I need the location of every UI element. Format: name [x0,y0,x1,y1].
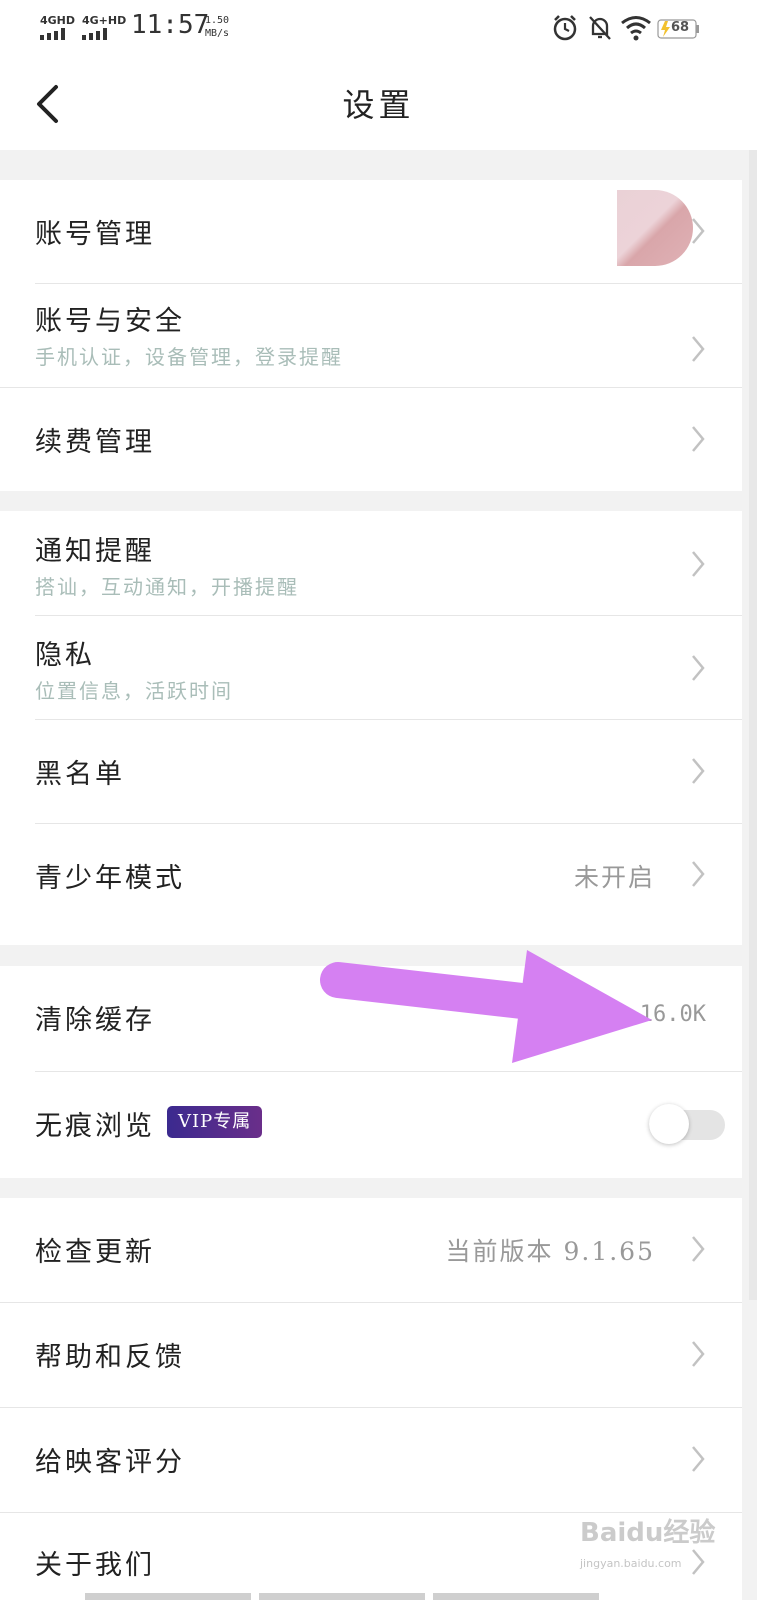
chevron-right-icon [692,861,705,887]
row-renewal-management[interactable]: 续费管理 [0,388,742,491]
row-label: 无痕浏览 [35,1111,155,1142]
chevron-right-icon [692,426,705,452]
wifi-icon [621,16,651,41]
bottom-edge-bar [85,1593,251,1600]
row-label: 检查更新 [35,1237,155,1268]
chevron-right-icon [692,1549,705,1575]
battery-level: 68 [671,20,690,35]
row-account-security[interactable]: 账号与安全 手机认证，设备管理，登录提醒 [0,284,742,387]
row-label: 青少年模式 [35,863,185,894]
chevron-right-icon [692,655,705,681]
row-label: 帮助和反馈 [35,1342,185,1373]
row-notifications[interactable]: 通知提醒 搭讪，互动通知，开播提醒 [0,511,742,615]
scrollbar[interactable] [749,150,757,1300]
row-label: 隐私 [35,640,95,671]
chevron-right-icon [692,1341,705,1367]
chevron-right-icon [692,551,705,577]
mute-icon [589,16,611,40]
network-speed: 1.50 MB/s [205,14,229,40]
speed-value: 1.50 [205,15,230,26]
row-label: 账号管理 [35,219,155,250]
speed-unit: MB/s [205,28,230,39]
chevron-right-icon [692,1446,705,1472]
baidu-watermark-logo: Baidu经验 [580,1518,716,1548]
row-teen-mode[interactable]: 青少年模式 未开启 [0,824,742,945]
network-1-label: 4GHD [40,14,76,27]
chevron-right-icon [692,758,705,784]
settings-group-privacy: 通知提醒 搭讪，互动通知，开播提醒 隐私 位置信息，活跃时间 黑名单 青少年模式… [0,511,742,945]
signal-bars-icon [40,28,74,40]
row-rate-app[interactable]: 给映客评分 [0,1408,742,1512]
settings-group-storage: 清除缓存 16.0K 无痕浏览 VIP专属 [0,966,742,1178]
row-label: 关于我们 [35,1550,155,1581]
row-account-management[interactable]: 账号管理 [0,180,742,283]
page-title: 设置 [342,86,415,124]
settings-group-account: 账号管理 账号与安全 手机认证，设备管理，登录提醒 续费管理 [0,180,742,491]
incognito-toggle[interactable] [649,1104,725,1144]
status-time: 11:57 [131,10,210,40]
baidu-watermark-url: jingyan.baidu.com [580,1557,682,1570]
row-subtitle: 搭讪，互动通知，开播提醒 [35,575,299,599]
row-incognito-browsing[interactable]: 无痕浏览 VIP专属 [0,1072,742,1178]
status-bar: 4GHD 4G+HD 11:57 1.50 MB/s 68 [0,0,757,56]
chevron-right-icon [692,336,705,362]
row-label: 清除缓存 [35,1005,155,1036]
row-blacklist[interactable]: 黑名单 [0,720,742,823]
row-label: 黑名单 [35,759,125,790]
alarm-icon [553,15,577,41]
row-subtitle: 位置信息，活跃时间 [35,679,233,703]
avatar [617,190,693,266]
battery-charging-icon: 68 [657,19,701,39]
chevron-right-icon [692,1236,705,1262]
row-label: 账号与安全 [35,306,185,337]
bottom-edge-bar [433,1593,599,1600]
bottom-edge-bar [259,1593,425,1600]
row-check-update[interactable]: 检查更新 当前版本 9.1.65 [0,1198,742,1302]
row-label: 通知提醒 [35,536,155,567]
row-privacy[interactable]: 隐私 位置信息，活跃时间 [0,616,742,719]
row-value: 当前版本 9.1.65 [445,1237,655,1266]
row-help-feedback[interactable]: 帮助和反馈 [0,1303,742,1407]
row-label: 续费管理 [35,427,155,458]
chevron-right-icon [692,218,705,244]
row-label: 给映客评分 [35,1447,185,1478]
network-2-label: 4G+HD [82,14,127,27]
cache-size: 16.0K [639,1002,706,1027]
toggle-knob [649,1104,689,1144]
signal-bars-icon [82,28,116,40]
row-value: 未开启 [573,863,655,892]
vip-badge: VIP专属 [167,1106,263,1138]
row-clear-cache[interactable]: 清除缓存 16.0K [0,966,742,1071]
row-subtitle: 手机认证，设备管理，登录提醒 [35,345,343,369]
